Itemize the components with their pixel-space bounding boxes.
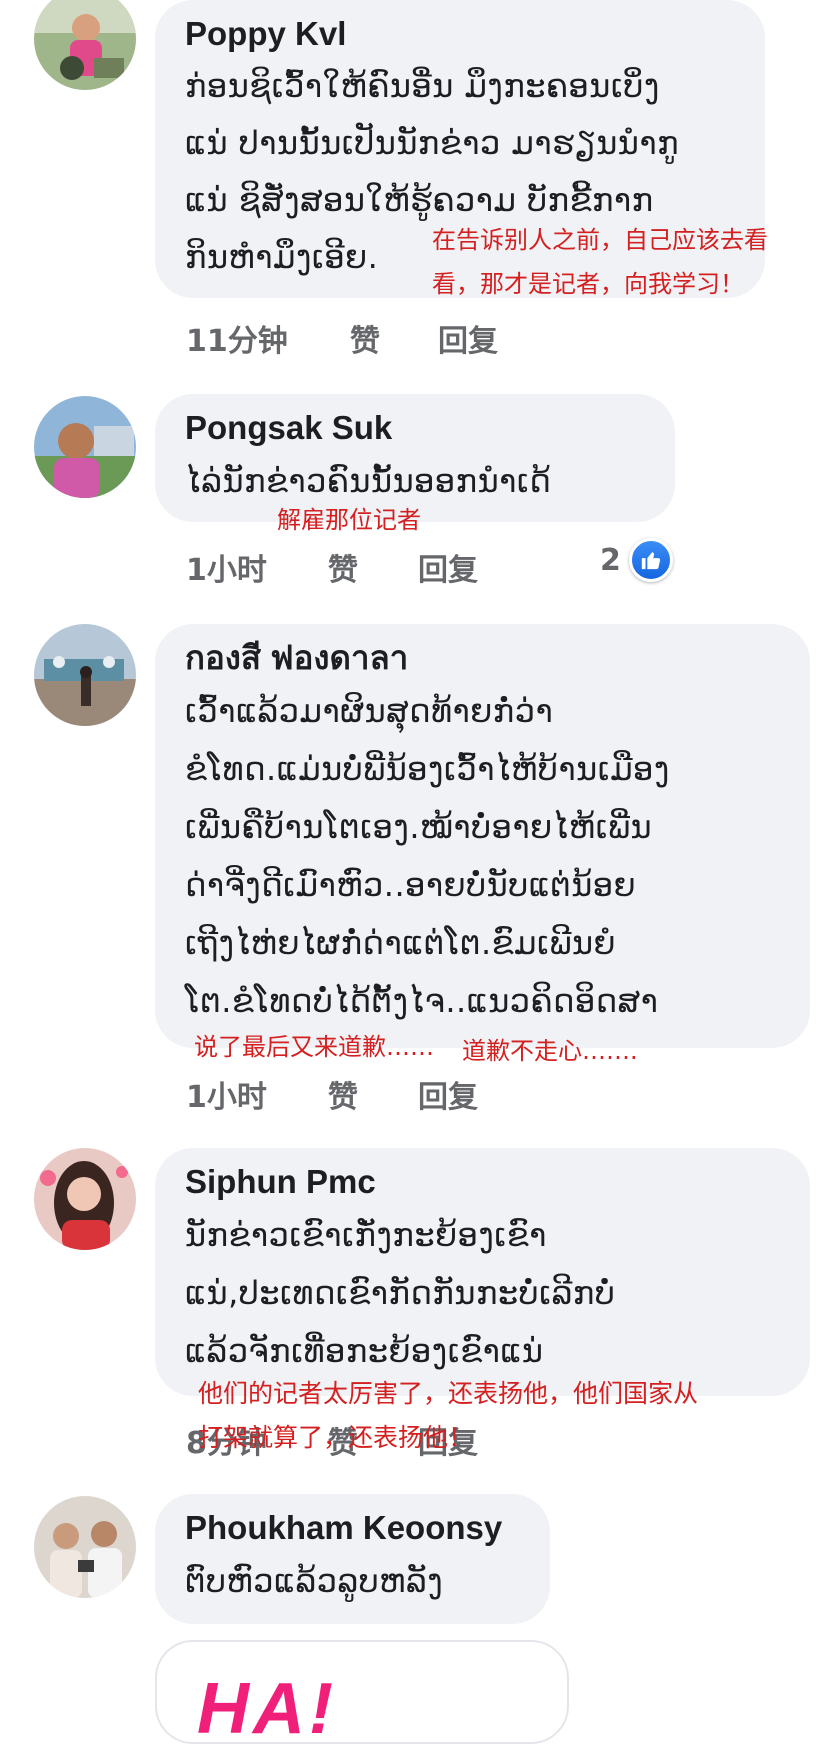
comment-time: 1小时: [186, 1080, 267, 1115]
avatar[interactable]: [34, 624, 136, 726]
comment-bubble: Phoukham Keoonsy ຕົບຫົວແລ້ວລູບຫລັງ: [155, 1494, 550, 1624]
reaction-count: 2: [600, 542, 621, 578]
comment-time: 11分钟: [186, 324, 288, 359]
comment-time: 1小时: [186, 553, 267, 588]
comment-author[interactable]: Siphun Pmc: [185, 1162, 780, 1202]
reaction-summary[interactable]: 2: [600, 538, 673, 582]
avatar[interactable]: [34, 0, 136, 90]
annotation-note: 他们的记者太厉害了，还表扬他，他们国家从 打架就算了，还表扬他！: [198, 1379, 699, 1452]
annotation-note: 说了最后又来道歉……: [194, 1033, 434, 1061]
like-button[interactable]: 赞: [328, 1072, 358, 1116]
reply-button[interactable]: 回复: [438, 316, 498, 360]
comment-author[interactable]: Poppy Kvl: [185, 14, 735, 54]
like-button[interactable]: 赞: [328, 545, 358, 589]
reply-button[interactable]: 回复: [418, 545, 478, 589]
comment-author[interactable]: กองสี ฟองดาลา: [185, 638, 780, 678]
comment-author[interactable]: Pongsak Suk: [185, 408, 645, 448]
thumbs-up-icon: [628, 538, 673, 582]
comment-text: ນັກຂ່າວເຂົາເກັ່ງກະຍ້ອງເຂົາ ແນ່,ປະເທດເຂົາ…: [185, 1216, 616, 1370]
like-button[interactable]: 赞: [350, 316, 380, 360]
comment-bubble: กองสี ฟองดาลา ເວົ້າແລ້ວມາຜິນສຸດທ້າຍກໍ່ວ່…: [155, 624, 810, 1048]
avatar[interactable]: [34, 1148, 136, 1250]
comment-text: ຕົບຫົວແລ້ວລູບຫລັງ: [185, 1562, 444, 1600]
sticker-text: HA!: [197, 1669, 337, 1744]
comment-bubble: Siphun Pmc ນັກຂ່າວເຂົາເກັ່ງກະຍ້ອງເຂົາ ແນ…: [155, 1148, 810, 1396]
avatar[interactable]: [34, 1496, 136, 1598]
comment-author[interactable]: Phoukham Keoonsy: [185, 1508, 520, 1548]
annotation-note: 道歉不走心…….: [462, 1037, 638, 1065]
avatar[interactable]: [34, 396, 136, 498]
annotation-note: 解雇那位记者: [277, 506, 421, 534]
sticker[interactable]: HA!: [155, 1640, 569, 1744]
reply-button[interactable]: 回复: [418, 1072, 478, 1116]
comment-text: ໄລ່ນັກຂ່າວຄົນນັ້ນອອກນໍາເດ້: [185, 462, 552, 500]
comment-text: ເວົ້າແລ້ວມາຜິນສຸດທ້າຍກໍ່ວ່າ ຂໍໂທດ.ແມ່ນບໍ…: [185, 692, 670, 1020]
annotation-note: 在告诉别人之前，自己应该去看 看，那才是记者，向我学习！: [432, 226, 768, 298]
